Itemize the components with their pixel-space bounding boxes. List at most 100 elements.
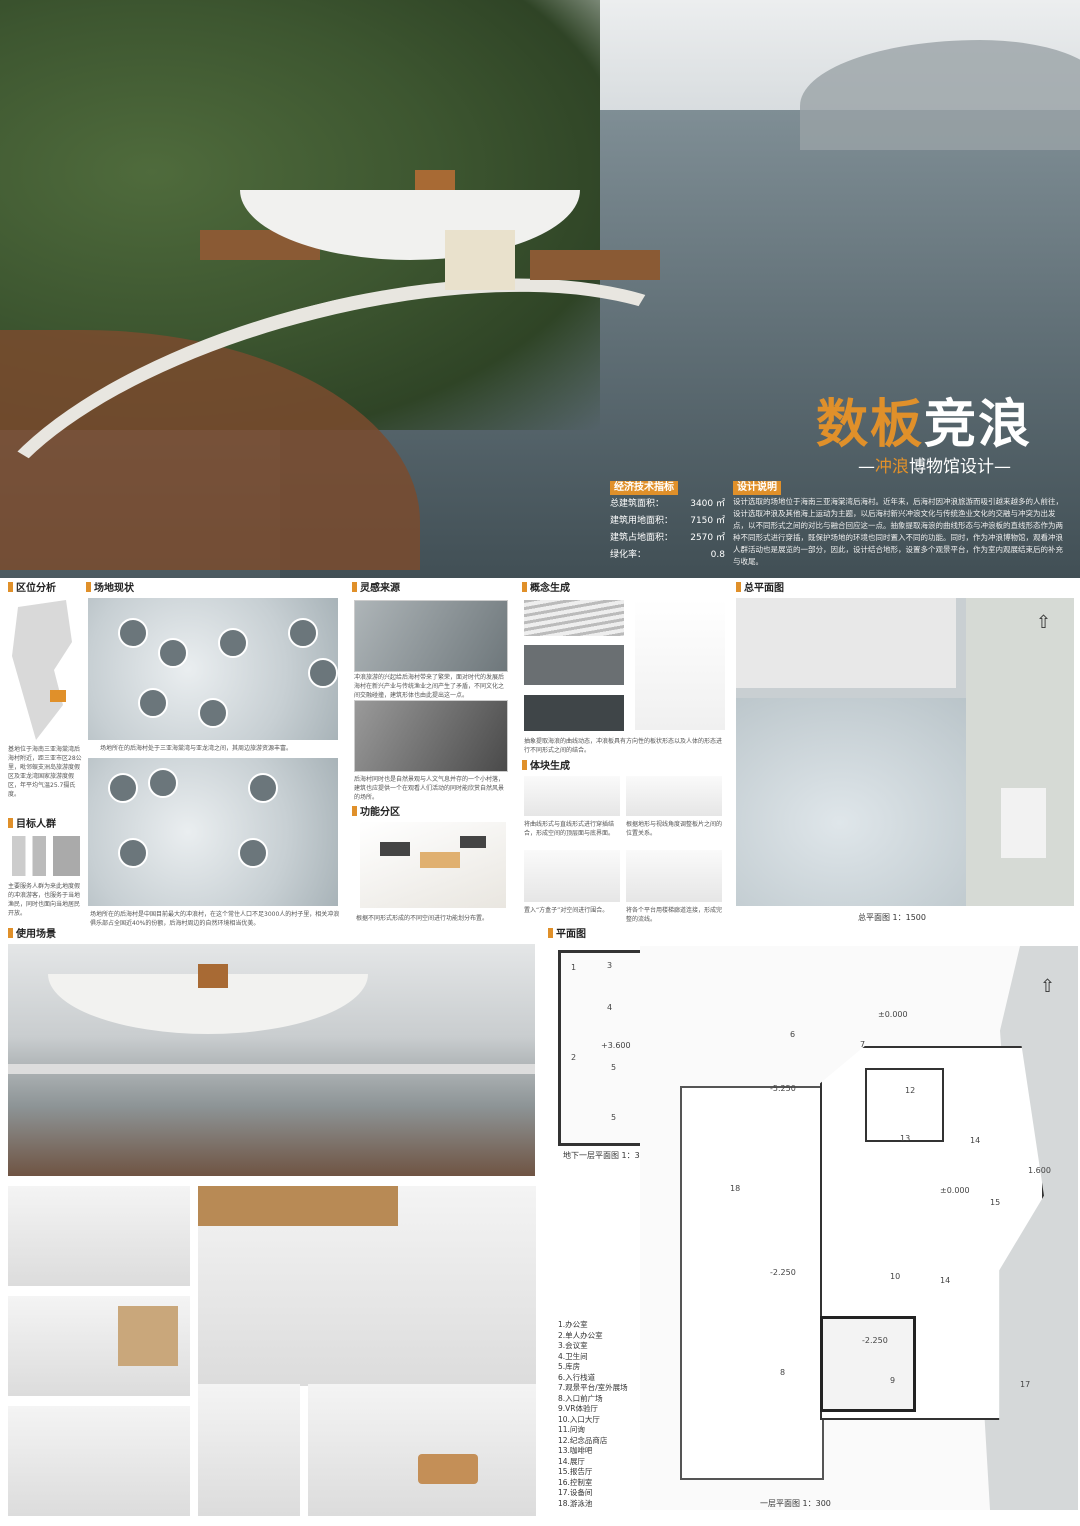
level-mark: ±0.000 xyxy=(878,1010,908,1019)
vr-hall xyxy=(820,1316,916,1412)
usage-tower xyxy=(198,964,228,988)
site-aerial-map xyxy=(88,598,338,740)
legend-item: 1.办公室 xyxy=(558,1320,588,1329)
village-photo-circle xyxy=(248,773,278,803)
section-function: 功能分区 xyxy=(352,806,400,820)
level-mark: -2.250 xyxy=(770,1268,796,1277)
village-photo-circle xyxy=(108,773,138,803)
masterplan-building xyxy=(1001,788,1046,858)
massing-step-4 xyxy=(626,850,722,902)
level-mark: -2.250 xyxy=(862,1336,888,1345)
interior-render-6 xyxy=(308,1384,536,1516)
title-part2: 竞浪 xyxy=(924,394,1033,455)
massing-step-2 xyxy=(626,776,722,816)
legend-item: 10.入口大厅 xyxy=(558,1414,600,1424)
site-description-2: 场地所在的后海村是中国目前最大的冲浪村，在这个常住人口不足3000人的村子里，相… xyxy=(90,911,340,927)
target-description: 主要服务人群为来此地度假的冲浪游客，也服务于当地渔民，同时也面向当地居民开放。 xyxy=(8,883,81,917)
reception-desk xyxy=(418,1454,478,1484)
glass-hall xyxy=(445,230,515,290)
massing-description-3: 置入“方盒子”对空间进行围合。 xyxy=(524,907,609,914)
site-photo-circle xyxy=(288,618,318,648)
legend-item: 7.观景平台/室外展场 xyxy=(558,1383,628,1392)
level-mark: -5.250 xyxy=(770,1084,796,1093)
econ-row: 总建筑面积： 3400 ㎡ xyxy=(610,499,725,509)
ground-plan: 14 14 10 15 12 13 8 18 9 17 6 7 -5.250 ±… xyxy=(640,946,1078,1510)
interior-render-4 xyxy=(8,1406,190,1516)
site-photo-circle xyxy=(198,698,228,728)
village-map xyxy=(88,758,338,906)
masterplan-village xyxy=(736,598,956,688)
ground-plan-caption: 一层平面图 1：300 xyxy=(760,1499,831,1508)
legend-item: 13.咖啡吧 xyxy=(558,1446,593,1455)
village-photo-circle xyxy=(238,838,268,868)
museum-building xyxy=(200,170,670,330)
section-concept: 概念生成 xyxy=(522,582,570,596)
section-inspiration: 灵感来源 xyxy=(352,582,400,596)
masterplan-drawing: ⇧ xyxy=(736,598,1074,906)
shop-cafe-block xyxy=(865,1068,944,1142)
inspiration-photo-surf xyxy=(354,600,508,672)
masterplan-sea xyxy=(736,698,996,906)
section-masterplan: 总平面图 xyxy=(736,582,784,596)
legend-item: 15.报告厅 xyxy=(558,1467,593,1476)
interior-render-5 xyxy=(198,1384,300,1516)
masterplan-caption: 总平面图 1：1500 xyxy=(858,913,926,922)
subtitle-rest: 博物馆设计 xyxy=(909,457,994,477)
concept-human xyxy=(524,695,624,731)
legend-item: 18.游泳池 xyxy=(558,1498,593,1508)
function-diagram xyxy=(360,822,506,908)
section-site: 场地现状 xyxy=(86,582,134,596)
legend-item: 11.问询 xyxy=(558,1425,585,1434)
econ-list: 总建筑面积： 3400 ㎡ 建筑用地面积： 7150 ㎡ 建筑占地面积： 2570 ㎡… xyxy=(610,496,725,564)
econ-label: 经济技术指标 xyxy=(610,481,678,495)
inspiration-photo-village xyxy=(354,700,508,772)
level-mark: 1.600 xyxy=(1028,1166,1051,1175)
site-photo-circle xyxy=(158,638,188,668)
basement-caption: 地下一层平面图 1：300 xyxy=(563,1151,650,1160)
concept-forms xyxy=(635,600,725,730)
massing-description-2: 根据地形与视线角度调整板片之间的位置关系。 xyxy=(626,821,723,837)
village-photo-circle xyxy=(118,838,148,868)
inspiration-description-1: 冲浪旅游的兴起给后海村带来了繁荣，面对时代的发展后海村在新兴产业与传统渔业之间产… xyxy=(354,674,505,699)
plan-legend: 1.办公室 2.单人办公室 3.会议室 4.卫生间 5.库房 6.入行栈道 7.… xyxy=(558,1320,658,1509)
legend-item: 3.会议室 xyxy=(558,1341,588,1350)
level-mark: ±0.000 xyxy=(940,1186,970,1195)
interior-render-1 xyxy=(8,1186,190,1286)
section-plans: 平面图 xyxy=(548,928,586,942)
site-photo-circle xyxy=(138,688,168,718)
pool-plaza xyxy=(680,1086,824,1480)
section-massing: 体块生成 xyxy=(522,760,570,774)
section-target: 目标人群 xyxy=(8,818,56,832)
usage-render-main xyxy=(8,944,535,1176)
legend-item: 9.VR体验厅 xyxy=(558,1404,598,1413)
legend-item: 17.设备间 xyxy=(558,1488,593,1497)
concept-description: 抽象提取海浪的曲线动态，冲浪板具有方向性的板状形态以及人体的形态进行不同形式之间… xyxy=(524,738,723,754)
target-people-figures xyxy=(12,836,80,876)
massing-description-4: 将各个平台用楼梯廊道连接，形成完整的流线。 xyxy=(626,907,723,923)
function-description: 根据不同形式形成的不同空间进行功能划分布置。 xyxy=(356,915,489,922)
massing-step-1 xyxy=(524,776,620,816)
level-mark: +3.600 xyxy=(601,1041,631,1050)
title-part1: 数板 xyxy=(816,394,925,455)
site-photo-circle xyxy=(218,628,248,658)
location-description: 基地位于海南三亚海棠湾后海村附近，距三亚市区28公里，毗邻蜈支洲岛旅游度假区及亚… xyxy=(8,746,82,798)
legend-item: 14.展厅 xyxy=(558,1456,585,1466)
interior-render-3 xyxy=(8,1296,190,1396)
usage-walkway xyxy=(8,1064,535,1074)
north-arrow-icon: ⇧ xyxy=(1036,612,1052,633)
econ-row: 绿化率： 0.8 xyxy=(610,550,725,560)
massing-description-1: 将曲线形式与直线形式进行穿插结合，形成空间的顶层面与底界面。 xyxy=(524,821,615,837)
north-arrow-icon: ⇧ xyxy=(1040,976,1056,997)
econ-row: 建筑用地面积： 7150 ㎡ xyxy=(610,516,725,526)
hero-render: 数板竞浪 —冲浪博物馆设计— 经济技术指标 设计说明 总建筑面积： 3400 ㎡ … xyxy=(0,0,1080,578)
site-description-1: 场地所在的后海村处于三亚海棠湾与亚龙湾之间，其周边旅游资源丰富。 xyxy=(100,745,293,752)
legend-item: 8.入口前广场 xyxy=(558,1393,603,1403)
function-block-orange xyxy=(420,852,460,868)
village-photo-circle xyxy=(148,768,178,798)
interior-wood-ceiling xyxy=(198,1186,398,1226)
legend-item: 16.控制室 xyxy=(558,1477,593,1487)
massing-step-3 xyxy=(524,850,620,902)
legend-item: 2.单人办公室 xyxy=(558,1330,603,1340)
interior-wood-wall xyxy=(118,1306,178,1366)
masterplan-hill xyxy=(966,598,1074,906)
